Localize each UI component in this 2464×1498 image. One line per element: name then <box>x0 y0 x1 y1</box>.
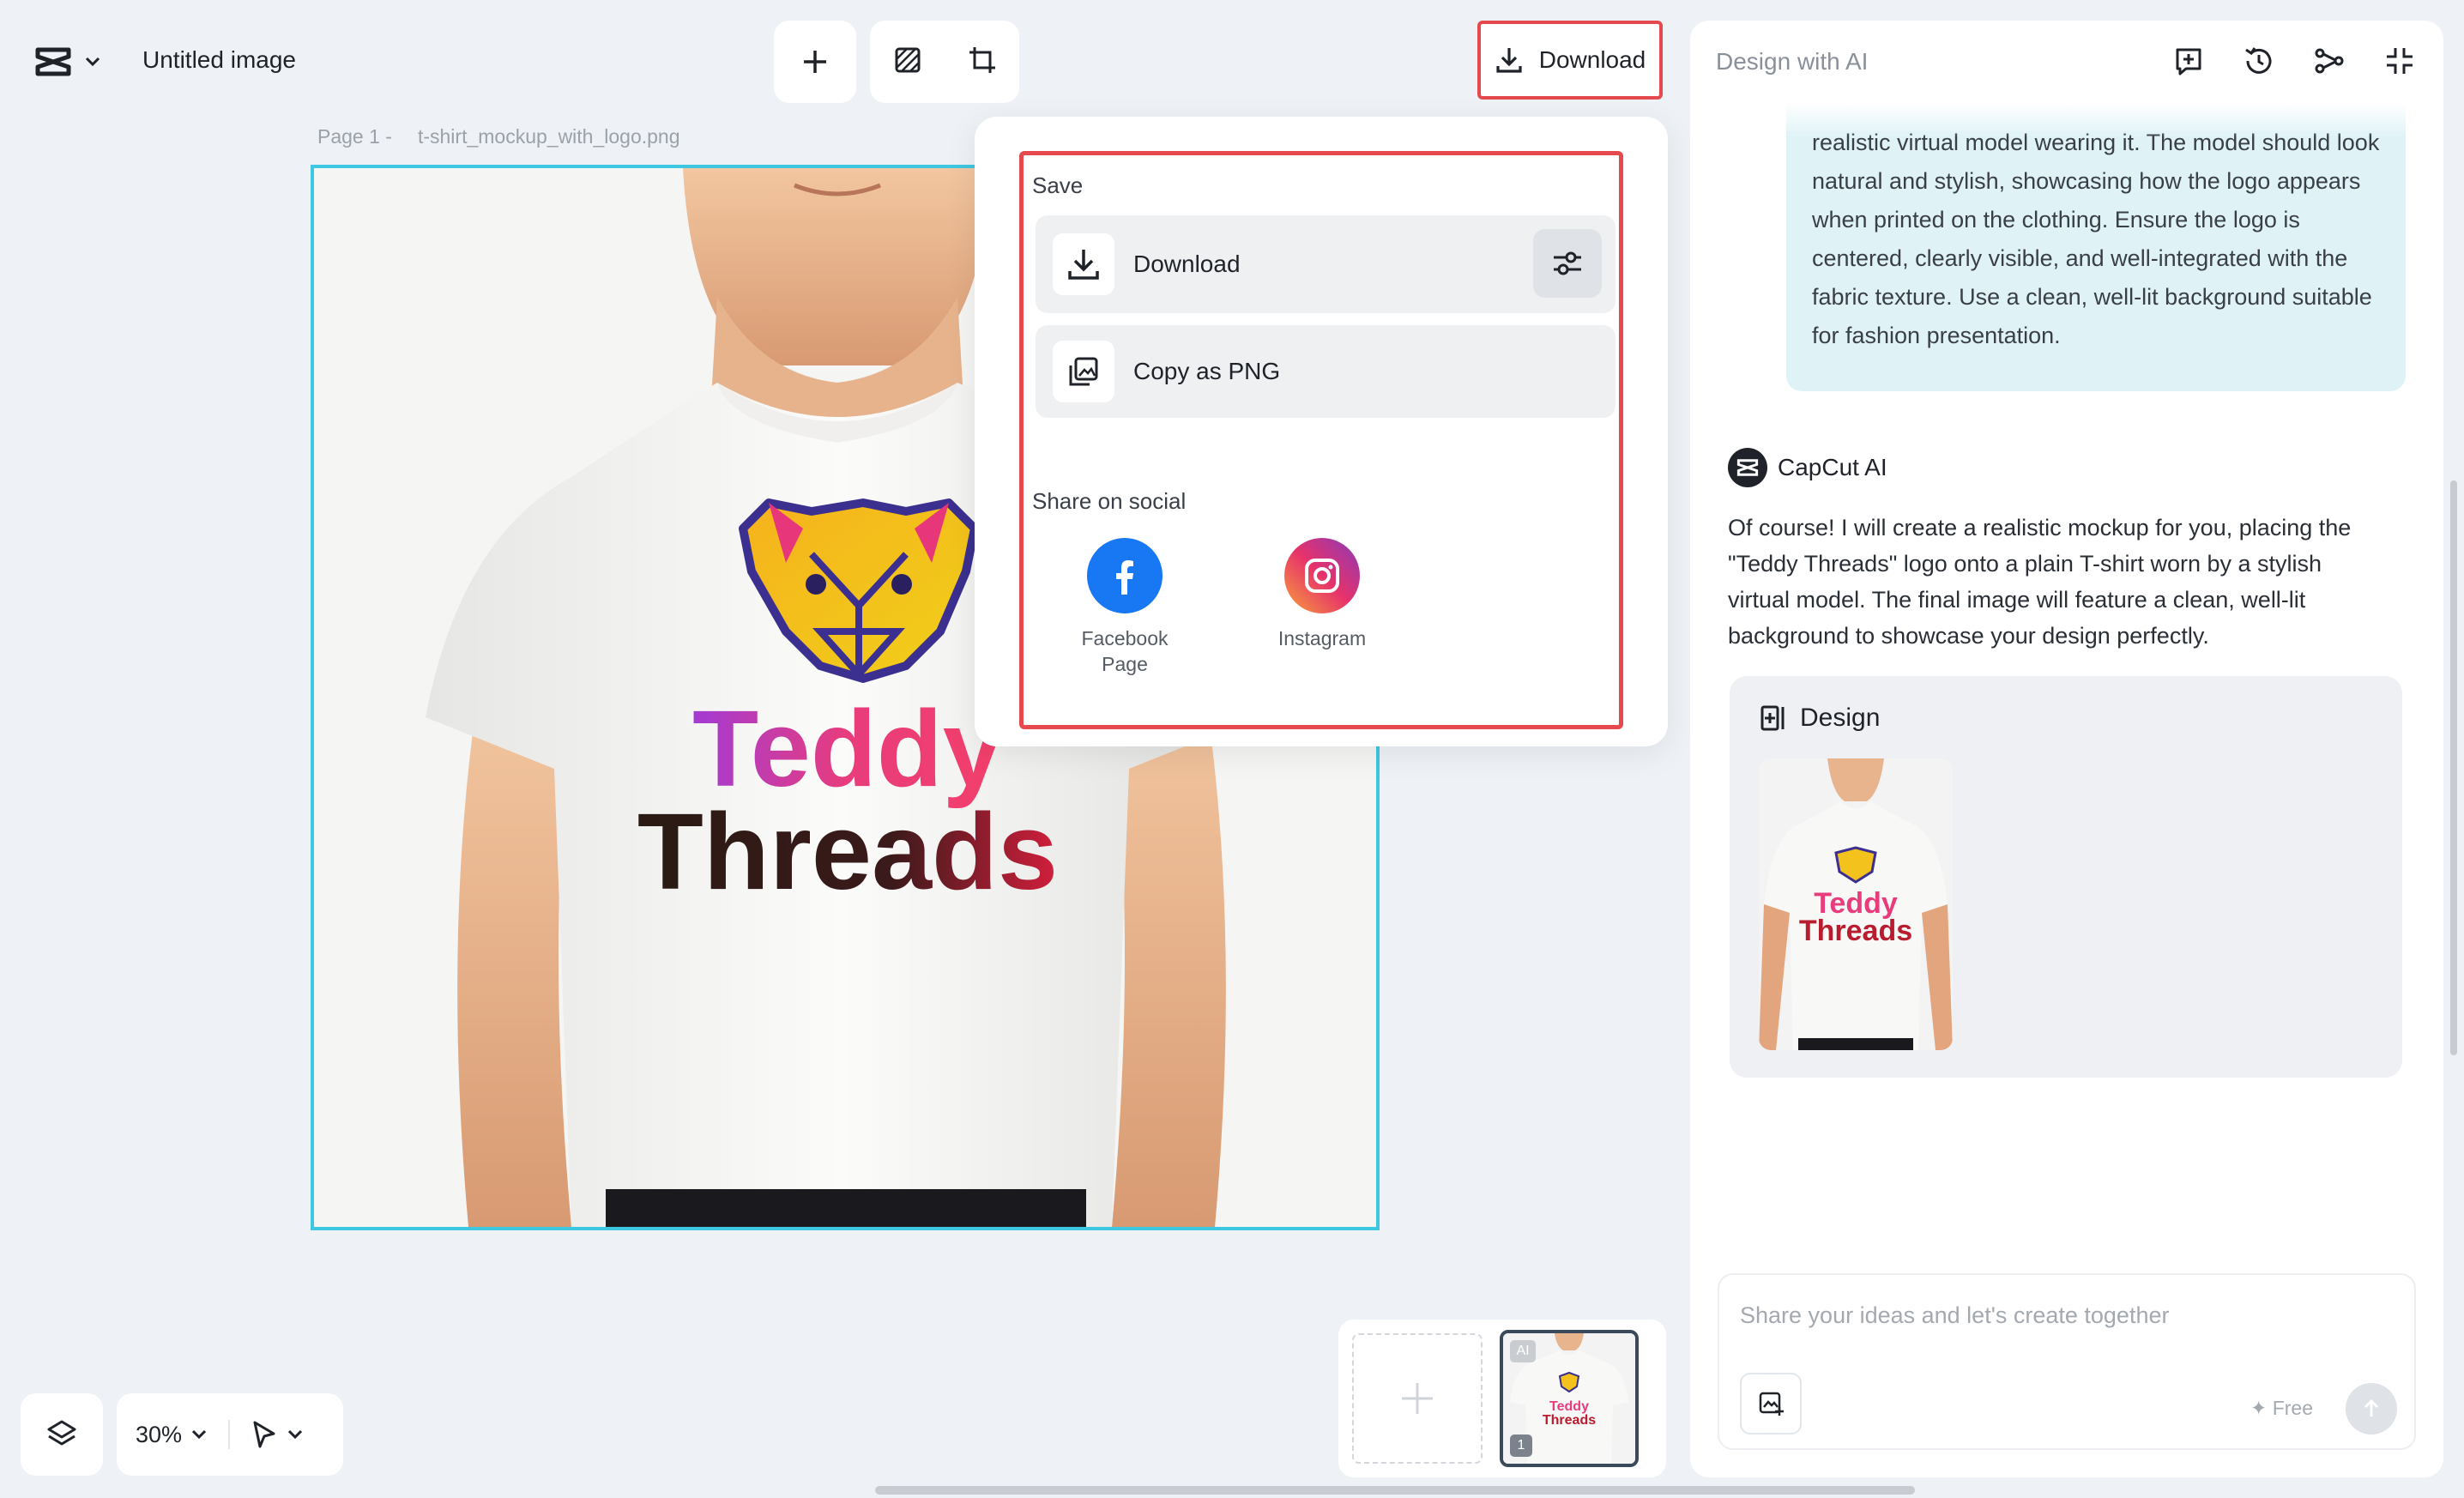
instagram-label: Instagram <box>1277 627 1367 649</box>
download-dropdown: Save Download Copy as PNG Share on socia… <box>975 117 1668 746</box>
download-option-label: Download <box>1133 251 1241 277</box>
file-name-label: t-shirt_mockup_with_logo.png <box>417 125 680 148</box>
arrow-up-icon <box>2364 1398 2379 1416</box>
download-icon <box>1068 250 1099 280</box>
chevron-down-icon <box>85 57 100 67</box>
add-page-button[interactable] <box>1352 1333 1483 1464</box>
plus-icon <box>804 51 826 73</box>
ai-message-text: Of course! I will create a realistic moc… <box>1728 515 2352 649</box>
ai-name: CapCut AI <box>1778 454 1887 480</box>
branch-icon <box>2315 48 2344 74</box>
panel-title: Design with AI <box>1716 48 1869 75</box>
instagram-icon <box>1284 538 1360 613</box>
page-number-badge: 1 <box>1510 1435 1532 1457</box>
facebook-label-line1: Facebook <box>1081 627 1169 649</box>
capcut-ai-avatar <box>1728 448 1767 487</box>
new-chat-button[interactable] <box>2171 43 2207 79</box>
zoom-level[interactable]: 30% <box>136 1422 182 1448</box>
history-icon <box>2245 47 2272 74</box>
tshirt-thumbnail-image: Teddy Threads <box>1759 758 1953 1050</box>
pointer-tool-icon[interactable] <box>251 1420 278 1449</box>
facebook-label-line2: Page <box>1102 653 1148 675</box>
resize-button[interactable] <box>968 45 997 79</box>
prompt-placeholder: Share your ideas and let's create togeth… <box>1740 1302 2170 1328</box>
download-button[interactable]: Download <box>1477 21 1663 100</box>
download-option[interactable]: Download <box>1036 215 1615 313</box>
zoom-controls: 30% <box>117 1393 343 1476</box>
collapse-icon <box>2387 48 2413 74</box>
copy-as-png-option[interactable]: Copy as PNG <box>1036 325 1615 418</box>
chevron-down-icon[interactable] <box>287 1429 304 1441</box>
send-button[interactable] <box>2346 1383 2397 1435</box>
panel-toolbar <box>2171 43 2418 79</box>
download-options-panel: Save Download Copy as PNG Share on socia… <box>1019 151 1623 729</box>
design-thumbnail[interactable]: Teddy Threads <box>1759 758 1953 1050</box>
layers-button[interactable] <box>21 1393 103 1476</box>
download-icon <box>1496 48 1522 73</box>
design-card-header: Design <box>1759 704 1880 733</box>
add-image-button[interactable] <box>1740 1373 1802 1435</box>
add-element-button[interactable] <box>774 21 856 103</box>
document-title[interactable]: Untitled image <box>142 46 296 74</box>
sliders-icon <box>1554 251 1581 275</box>
transparency-icon <box>895 47 920 72</box>
image-add-icon <box>1759 1392 1784 1416</box>
scroll-fade <box>1786 103 2406 137</box>
download-option-icon-wrap <box>1053 233 1114 295</box>
canvas-tools <box>870 21 1019 103</box>
ai-sender: CapCut AI <box>1728 448 1887 487</box>
page-thumb-threads-text: Threads <box>1543 1413 1596 1428</box>
page-thumb-teddy-text: Teddy <box>1549 1399 1589 1414</box>
user-message-bubble: realistic virtual model wearing it. The … <box>1786 103 2406 391</box>
design-result-card: Design Teddy Threads <box>1730 676 2402 1078</box>
canvas-horizontal-scrollbar[interactable] <box>875 1486 1915 1495</box>
download-settings-button[interactable] <box>1533 229 1602 298</box>
free-credit-label: ✦ Free <box>2250 1397 2313 1419</box>
history-button[interactable] <box>2241 43 2277 79</box>
share-section-label: Share on social <box>1032 488 1187 514</box>
share-flow-button[interactable] <box>2311 43 2347 79</box>
collapse-panel-button[interactable] <box>2382 43 2418 79</box>
chevron-down-icon[interactable] <box>190 1429 208 1441</box>
layers-icon <box>47 1420 76 1446</box>
thumb-threads-text: Threads <box>1799 915 1912 947</box>
share-facebook-button[interactable]: Facebook Page <box>1068 538 1181 677</box>
page-thumbnail[interactable]: Teddy Threads AI 1 <box>1500 1330 1639 1467</box>
design-icon <box>1760 705 1785 731</box>
logo-threads-text: Threads <box>637 791 1058 912</box>
download-button-label: Download <box>1538 46 1646 73</box>
ai-design-panel: Design with AI realistic virtual model w… <box>1690 21 2443 1477</box>
page-strip: Teddy Threads AI 1 <box>1338 1320 1666 1477</box>
page-label: Page 1 - t-shirt_mockup_with_logo.png <box>317 125 680 148</box>
page-number-label: Page 1 - <box>317 125 392 148</box>
facebook-icon <box>1087 538 1163 613</box>
capcut-logo-icon <box>35 47 71 76</box>
background-toggle-button[interactable] <box>893 45 922 79</box>
design-card-title: Design <box>1800 704 1881 732</box>
copy-option-label: Copy as PNG <box>1133 358 1281 384</box>
divider <box>228 1420 231 1449</box>
new-chat-icon <box>2176 48 2201 76</box>
save-section-label: Save <box>1032 172 1084 198</box>
user-message-text: realistic virtual model wearing it. The … <box>1812 130 2380 348</box>
copy-option-icon-wrap <box>1053 341 1114 402</box>
app-logo-menu[interactable] <box>34 45 112 79</box>
prompt-input-box[interactable]: Share your ideas and let's create togeth… <box>1718 1273 2416 1450</box>
resize-icon <box>969 46 995 73</box>
plus-icon <box>1402 1383 1433 1414</box>
share-instagram-button[interactable]: Instagram <box>1265 538 1379 651</box>
panel-scrollbar[interactable] <box>2450 480 2457 1055</box>
ai-tag: AI <box>1510 1340 1536 1362</box>
copy-image-icon <box>1069 357 1098 386</box>
